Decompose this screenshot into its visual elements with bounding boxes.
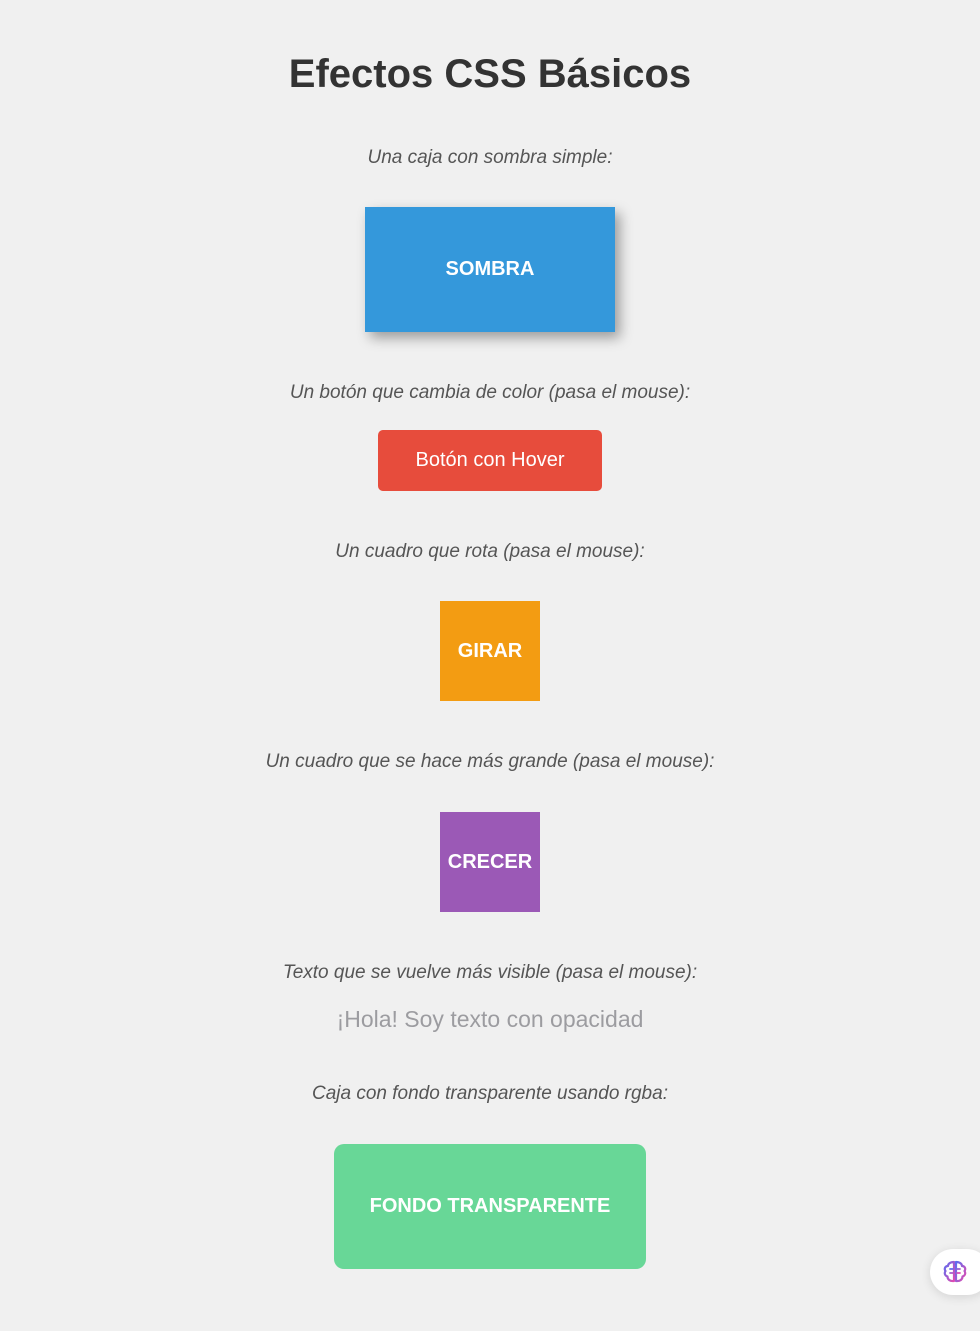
transparent-caption: Caja con fondo transparente usando rgba: <box>312 1083 668 1104</box>
shadow-box-label: SOMBRA <box>445 258 535 280</box>
transparent-box: FONDO TRANSPARENTE <box>334 1144 646 1269</box>
opacity-text[interactable]: ¡Hola! Soy texto con opacidad <box>0 1005 980 1033</box>
grow-caption: Un cuadro que se hace más grande (pasa e… <box>265 751 715 772</box>
shadow-box: SOMBRA <box>365 207 615 332</box>
hover-caption: Un botón que cambia de color (pasa el mo… <box>289 382 691 403</box>
rotate-box[interactable]: GIRAR <box>440 601 540 701</box>
rotate-caption: Un cuadro que rota (pasa el mouse): <box>335 541 645 562</box>
grow-box-label: CRECER <box>447 850 533 873</box>
assistant-floating-button[interactable] <box>930 1249 980 1295</box>
shadow-caption: Una caja con sombra simple: <box>367 147 613 168</box>
grow-box[interactable]: CRECER <box>440 812 540 912</box>
rotate-box-label: GIRAR <box>457 639 523 662</box>
page: Efectos CSS Básicos Una caja con sombra … <box>0 0 980 1331</box>
page-title: Efectos CSS Básicos <box>288 52 692 96</box>
transparent-box-label: FONDO TRANSPARENTE <box>369 1195 611 1217</box>
hover-button[interactable]: Botón con Hover <box>378 430 602 491</box>
brain-icon <box>942 1259 968 1285</box>
opacity-caption: Texto que se vuelve más visible (pasa el… <box>282 962 698 983</box>
